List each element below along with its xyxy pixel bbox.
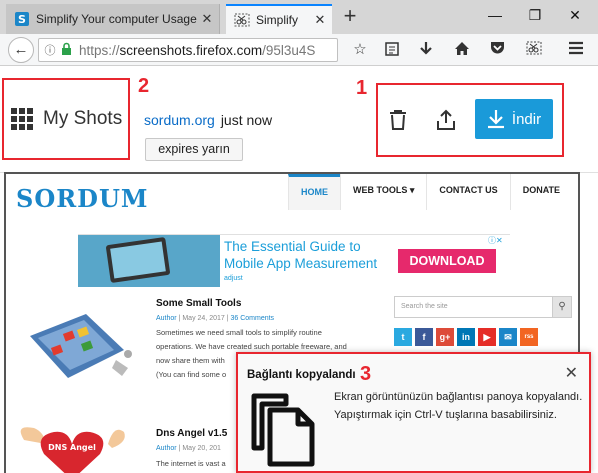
close-icon[interactable]: ✕: [565, 363, 578, 383]
tab-simplify[interactable]: Simplify ✕: [226, 4, 332, 34]
download-label: İndir: [511, 110, 542, 128]
copy-icon: [251, 393, 315, 467]
info-icon[interactable]: ⓘ: [43, 42, 57, 58]
screenshots-icon[interactable]: [524, 41, 544, 59]
screenshot-header: My Shots 2 1 sordum.org just now expires …: [0, 67, 598, 173]
ad-download-button: DOWNLOAD: [398, 249, 496, 273]
close-tab-icon[interactable]: ✕: [199, 11, 215, 27]
my-shots-label: My Shots: [43, 108, 123, 129]
screenshot-scissors-icon: [234, 12, 250, 28]
notification-message: Ekran görüntünüzün bağlantısı panoya kop…: [334, 391, 583, 421]
download-button[interactable]: İndir: [475, 99, 553, 139]
site-search-input: Search the site: [394, 296, 572, 318]
social-icons: t f g+ in ▶ ✉ rss: [394, 328, 541, 346]
sordum-s-icon: S: [14, 11, 30, 27]
tab-sordum[interactable]: S Simplify Your computer Usage ✕: [6, 4, 220, 34]
site-nav-donate: DONATE: [509, 174, 572, 210]
ad-brand: adjust: [224, 275, 243, 282]
site-nav: HOME WEB TOOLS ▾ CONTACT US DONATE: [288, 174, 572, 210]
ad-tablet-image: [78, 235, 220, 287]
annotation-number-3: 3: [360, 363, 372, 385]
twitter-icon: t: [394, 328, 412, 346]
svg-text:DNS Angel: DNS Angel: [48, 443, 96, 452]
tab-title: Simplify Your computer Usage: [36, 12, 197, 26]
site-nav-contact: CONTACT US: [426, 174, 509, 210]
youtube-icon: ▶: [478, 328, 496, 346]
home-icon[interactable]: [452, 41, 472, 59]
ad-banner: The Essential Guide to Mobile App Measur…: [78, 234, 510, 287]
share-upload-icon[interactable]: [432, 106, 460, 134]
link-copied-notification: Bağlantı kopyalandı 3 ✕ Ekran görüntünüz…: [236, 352, 591, 473]
post-meta: Author | May 24, 2017 | 36 Comments: [156, 315, 275, 322]
keyboard-image: [30, 314, 132, 378]
maximize-button[interactable]: ❐: [515, 0, 555, 30]
site-nav-home: HOME: [288, 174, 340, 210]
url-text: https://screenshots.firefox.com/95l3u4S: [79, 42, 316, 58]
svg-text:S: S: [18, 13, 26, 26]
ad-headline: The Essential Guide to: [224, 239, 361, 254]
facebook-icon: f: [415, 328, 433, 346]
navigation-bar: ← ⓘ https://screenshots.firefox.com/95l3…: [0, 34, 598, 66]
post-title: Dns Angel v1.5: [156, 428, 228, 439]
annotation-number-1: 1: [356, 77, 368, 99]
browser-window: S Simplify Your computer Usage ✕ Simplif…: [0, 0, 598, 473]
source-line: sordum.org just now: [144, 112, 272, 128]
tab-title: Simplify: [256, 13, 299, 27]
site-nav-web-tools: WEB TOOLS ▾: [340, 174, 426, 210]
url-bar[interactable]: ⓘ https://screenshots.firefox.com/95l3u4…: [38, 38, 338, 62]
post-meta: Author | May 20, 201: [156, 445, 221, 452]
timestamp: just now: [220, 112, 273, 128]
new-tab-button[interactable]: +: [338, 4, 362, 30]
sordum-logo: SORDUM: [16, 184, 149, 213]
ad-headline: Mobile App Measurement: [224, 256, 378, 271]
dns-angel-image: DNS Angel: [20, 427, 125, 473]
shot-actions: İndir: [376, 83, 564, 157]
search-icon: ⚲: [552, 296, 572, 318]
ad-choices-icon: ⓘ✕: [488, 236, 503, 245]
hamburger-menu-icon[interactable]: [566, 41, 586, 59]
download-arrow-icon: [487, 110, 504, 129]
close-window-button[interactable]: ✕: [555, 0, 595, 30]
close-tab-icon[interactable]: ✕: [312, 12, 328, 28]
rss-icon: rss: [520, 328, 538, 346]
trash-icon[interactable]: [384, 106, 412, 134]
email-icon: ✉: [499, 328, 517, 346]
expires-button[interactable]: expires yarın: [145, 138, 243, 161]
minimize-button[interactable]: —: [475, 0, 515, 30]
notification-title: Bağlantı kopyalandı: [247, 369, 356, 381]
reader-list-icon[interactable]: [382, 41, 402, 59]
my-shots-button[interactable]: My Shots: [2, 78, 130, 160]
linkedin-icon: in: [457, 328, 475, 346]
annotation-number-2: 2: [138, 75, 150, 97]
pocket-icon[interactable]: [487, 41, 507, 59]
grid-icon: [11, 108, 33, 130]
back-arrow-icon[interactable]: ←: [8, 37, 34, 63]
tab-strip: S Simplify Your computer Usage ✕ Simplif…: [0, 0, 598, 34]
google-plus-icon: g+: [436, 328, 454, 346]
download-arrow-icon[interactable]: [416, 41, 436, 59]
lock-icon[interactable]: [61, 42, 75, 58]
post-title: Some Small Tools: [156, 298, 242, 309]
star-bookmark-icon[interactable]: ☆: [350, 41, 370, 59]
source-link[interactable]: sordum.org: [144, 112, 215, 128]
